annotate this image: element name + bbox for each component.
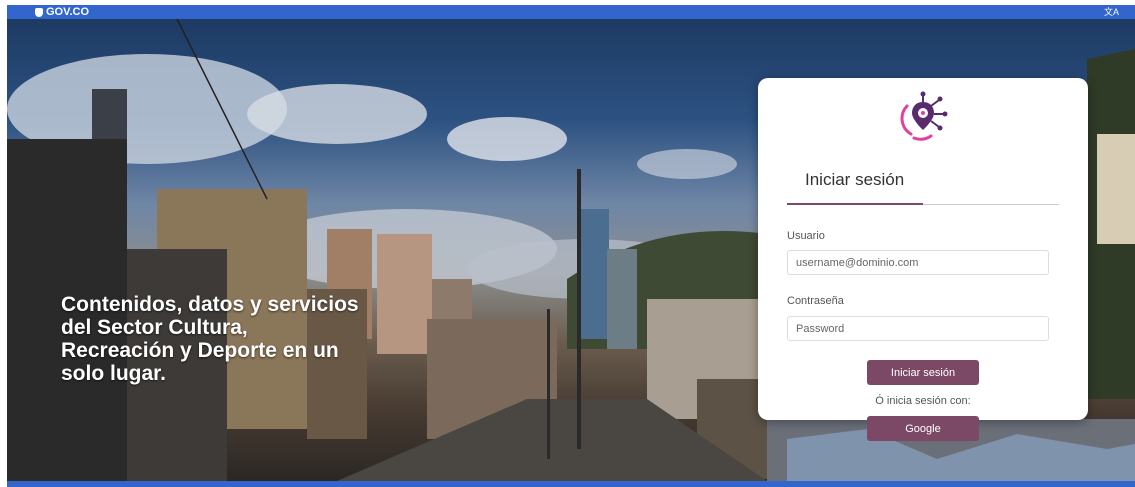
alt-login-text: Ó inicia sesión con: [875,395,971,407]
gov-logo-text: GOV.CO [46,6,89,18]
translate-icon[interactable]: 文A [1104,5,1119,19]
password-label: Contraseña [787,295,844,307]
login-submit-button[interactable]: Iniciar sesión [867,360,979,385]
tab-login[interactable]: Iniciar sesión [805,170,904,190]
gov-top-bar: GOV.CO 文A [7,5,1135,19]
gov-logo[interactable]: GOV.CO [35,5,89,19]
tab-active-indicator [787,203,923,205]
password-input[interactable] [787,316,1049,341]
username-label: Usuario [787,230,825,242]
gov-bottom-bar [7,481,1135,487]
gov-shield-icon [35,7,43,17]
username-input[interactable] [787,250,1049,275]
login-card: Iniciar sesión Usuario Contraseña Inicia… [758,78,1088,420]
hero-tagline: Contenidos, datos y servicios del Sector… [61,293,359,385]
location-network-icon [900,91,948,141]
google-login-button[interactable]: Google [867,416,979,441]
